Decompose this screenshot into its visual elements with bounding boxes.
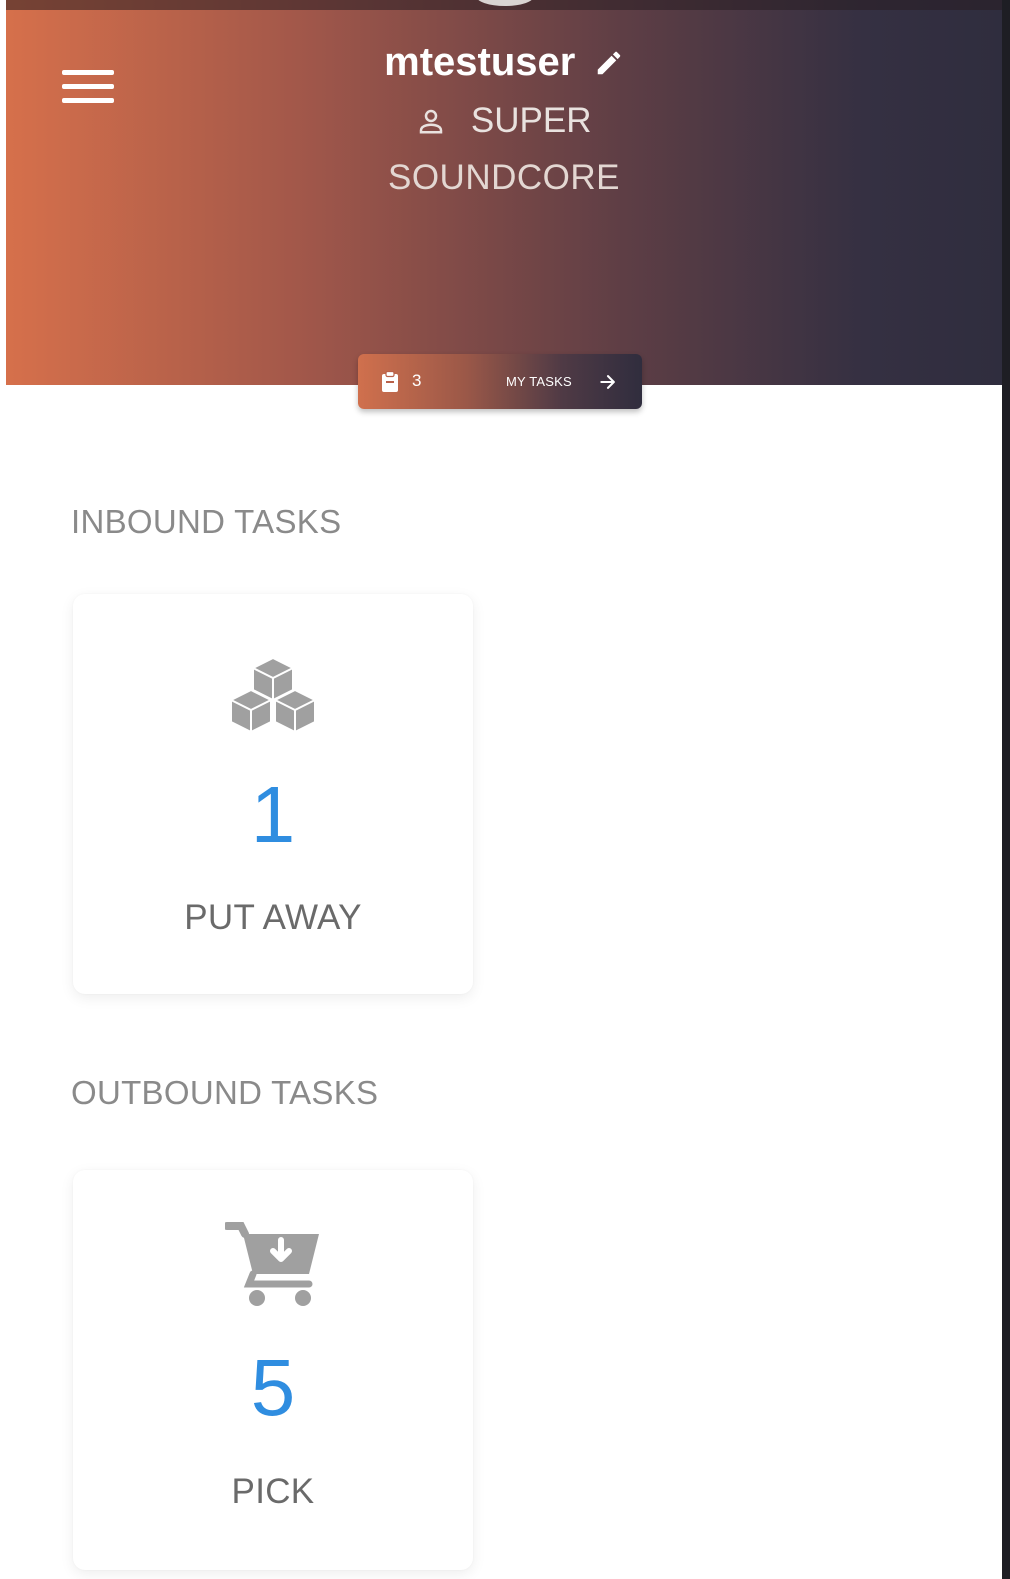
company-name: SOUNDCORE bbox=[387, 158, 621, 197]
outbound-tasks-heading: OUTBOUND TASKS bbox=[71, 1074, 379, 1111]
profile-header: mtestuser SUPER SOUNDCORE bbox=[6, 0, 1002, 385]
my-tasks-count: 3 bbox=[412, 371, 422, 390]
inbound-tasks-heading: INBOUND TASKS bbox=[71, 503, 342, 540]
my-tasks-button[interactable]: 3 MY TASKS bbox=[358, 354, 642, 409]
pick-count: 5 bbox=[250, 1343, 296, 1432]
home-screen: mtestuser SUPER SOUNDCORE 3 MY TASKS INB… bbox=[0, 0, 1010, 1579]
put-away-label: PUT AWAY bbox=[184, 898, 362, 937]
status-notch bbox=[476, 0, 534, 6]
arrow-right-icon bbox=[600, 375, 615, 389]
username: mtestuser bbox=[384, 40, 576, 84]
my-tasks-label: MY TASKS bbox=[506, 374, 572, 389]
username-row: mtestuser bbox=[6, 40, 1002, 85]
cart-download-icon bbox=[225, 1222, 319, 1306]
put-away-card[interactable]: 1 PUT AWAY bbox=[73, 594, 473, 994]
boxes-icon bbox=[230, 657, 316, 732]
person-icon bbox=[420, 109, 443, 134]
pencil-icon[interactable] bbox=[594, 48, 624, 78]
put-away-count: 1 bbox=[250, 770, 296, 859]
clipboard-icon bbox=[382, 371, 398, 392]
pick-card[interactable]: 5 PICK bbox=[73, 1170, 473, 1570]
user-role: SUPER bbox=[470, 101, 592, 140]
role-row: SUPER bbox=[6, 101, 1002, 141]
pick-label: PICK bbox=[231, 1472, 315, 1511]
status-bar bbox=[6, 0, 1002, 10]
